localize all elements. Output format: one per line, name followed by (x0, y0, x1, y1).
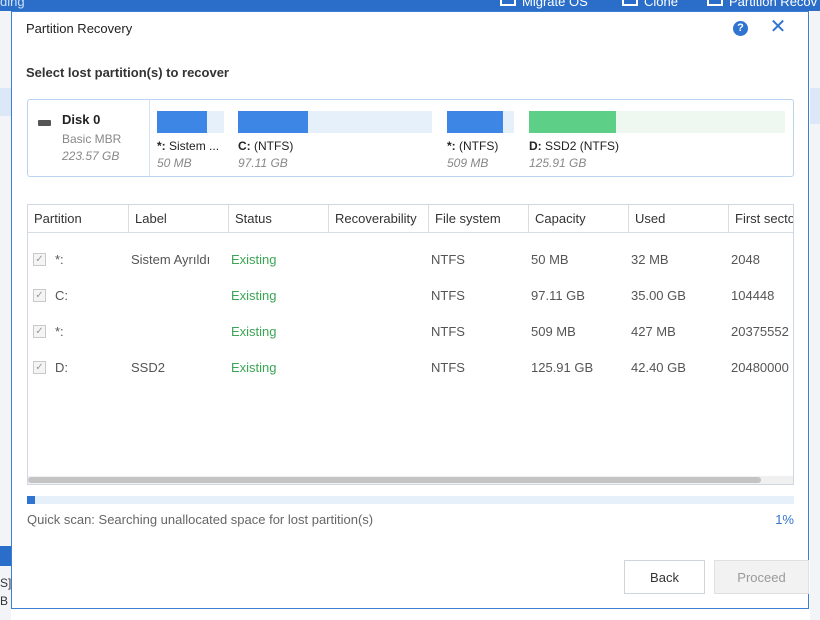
partition-recovery-icon (707, 0, 723, 6)
disk-info: Disk 0 Basic MBR 223.57 GB (28, 100, 150, 176)
segment-size: 97.11 GB (238, 156, 288, 170)
dialog-title: Partition Recovery (26, 21, 133, 36)
cell-capacity: 50 MB (531, 252, 569, 267)
disk-name: Disk 0 (62, 112, 101, 127)
column-header-file-system[interactable]: File system (428, 205, 528, 232)
cell-label: SSD2 (131, 360, 165, 375)
column-header-recoverability[interactable]: Recoverability (328, 205, 428, 232)
segment-label: C: (NTFS) (238, 139, 294, 153)
segment-label: D: SSD2 (NTFS) (529, 139, 620, 153)
column-header-label[interactable]: Label (128, 205, 228, 232)
partition-table: Partition Label Status Recoverability Fi… (27, 204, 794, 485)
column-header-partition[interactable]: Partition (28, 205, 128, 232)
table-row[interactable]: ✓ C: Existing NTFS 97.11 GB 35.00 GB 104… (28, 278, 793, 314)
background-right-panel (810, 11, 820, 620)
proceed-button[interactable]: Proceed (714, 560, 809, 594)
disk-segment[interactable] (529, 111, 785, 133)
cell-status: Existing (231, 360, 277, 375)
partition-recovery-dialog: Partition Recovery ? ✕ Select lost parti… (11, 11, 809, 609)
background-fragment-text: S] (0, 576, 12, 590)
dialog-subtitle: Select lost partition(s) to recover (26, 65, 229, 80)
cell-file-system: NTFS (431, 324, 465, 339)
cell-status: Existing (231, 252, 277, 267)
close-icon[interactable]: ✕ (769, 17, 787, 37)
table-row[interactable]: ✓ *: Existing NTFS 509 MB 427 MB 2037555… (28, 314, 793, 350)
toolbar-clone[interactable]: Clone (622, 0, 678, 9)
row-checkbox[interactable]: ✓ (33, 361, 46, 374)
segment-size: 125.91 GB (529, 156, 587, 170)
background-selected-row (0, 88, 11, 116)
segment-size: 509 MB (447, 156, 489, 170)
disk-segment[interactable] (238, 111, 432, 133)
scan-progress-fill (27, 496, 35, 504)
cell-partition: *: (55, 324, 64, 339)
column-header-status[interactable]: Status (228, 205, 328, 232)
cell-partition: C: (55, 288, 68, 303)
column-header-first-sector[interactable]: First secto (728, 205, 793, 232)
clone-icon (622, 0, 638, 6)
segment-size: 50 MB (157, 156, 192, 170)
background-row-bar (0, 546, 11, 566)
table-row[interactable]: ✓ *: Sistem Ayrıldı Existing NTFS 50 MB … (28, 242, 793, 278)
scan-progress-bar (27, 496, 794, 504)
back-button[interactable]: Back (624, 560, 705, 594)
cell-first-sector: 2048 (731, 252, 760, 267)
cell-partition: D: (55, 360, 68, 375)
row-checkbox[interactable]: ✓ (33, 325, 46, 338)
cell-first-sector: 20480000 (731, 360, 789, 375)
scan-percent: 1% (775, 512, 794, 527)
scrollbar-thumb[interactable] (28, 477, 761, 483)
cell-file-system: NTFS (431, 288, 465, 303)
segment-usage-bar (447, 111, 504, 133)
cell-capacity: 509 MB (531, 324, 576, 339)
cell-partition: *: (55, 252, 64, 267)
cell-file-system: NTFS (431, 252, 465, 267)
toolbar-partition-recovery[interactable]: Partition Recov (707, 0, 817, 9)
cell-file-system: NTFS (431, 360, 465, 375)
cell-status: Existing (231, 324, 277, 339)
migrate-os-icon (500, 0, 516, 6)
row-checkbox[interactable]: ✓ (33, 253, 46, 266)
cell-capacity: 125.91 GB (531, 360, 594, 375)
cell-first-sector: 20375552 (731, 324, 789, 339)
cell-used: 35.00 GB (631, 288, 686, 303)
disk-segment[interactable] (447, 111, 514, 133)
cell-used: 427 MB (631, 324, 676, 339)
disk-segment[interactable] (157, 111, 224, 133)
background-fragment-text: ding (0, 0, 25, 9)
cell-first-sector: 104448 (731, 288, 775, 303)
cell-used: 42.40 GB (631, 360, 686, 375)
disk-map: Disk 0 Basic MBR 223.57 GB *: Sistem ...… (27, 99, 794, 177)
cell-label: Sistem Ayrıldı (131, 252, 211, 267)
horizontal-scrollbar[interactable] (28, 476, 793, 484)
scan-status-text: Quick scan: Searching unallocated space … (27, 512, 374, 527)
column-header-used[interactable]: Used (628, 205, 728, 232)
cell-capacity: 97.11 GB (531, 288, 585, 303)
disk-type: Basic MBR (62, 132, 122, 146)
table-header: Partition Label Status Recoverability Fi… (28, 205, 793, 233)
toolbar-migrate-os[interactable]: Migrate OS (500, 0, 588, 9)
disk-size: 223.57 GB (62, 149, 120, 163)
cell-status: Existing (231, 288, 277, 303)
column-header-capacity[interactable]: Capacity (528, 205, 628, 232)
segment-usage-bar (529, 111, 617, 133)
background-fragment-text: B (0, 594, 9, 608)
cell-label (131, 278, 223, 314)
cell-used: 32 MB (631, 252, 669, 267)
table-row[interactable]: ✓ D: SSD2 Existing NTFS 125.91 GB 42.40 … (28, 350, 793, 386)
background-toolbar: ding Migrate OS Clone Partition Recov (0, 0, 820, 11)
cell-label (131, 314, 223, 350)
disk-icon (38, 120, 51, 126)
segment-label: *: Sistem ... (157, 139, 220, 153)
segment-usage-bar (157, 111, 207, 133)
row-checkbox[interactable]: ✓ (33, 289, 46, 302)
segment-usage-bar (238, 111, 308, 133)
segment-label: *: (NTFS) (447, 139, 499, 153)
help-icon[interactable]: ? (733, 21, 748, 36)
